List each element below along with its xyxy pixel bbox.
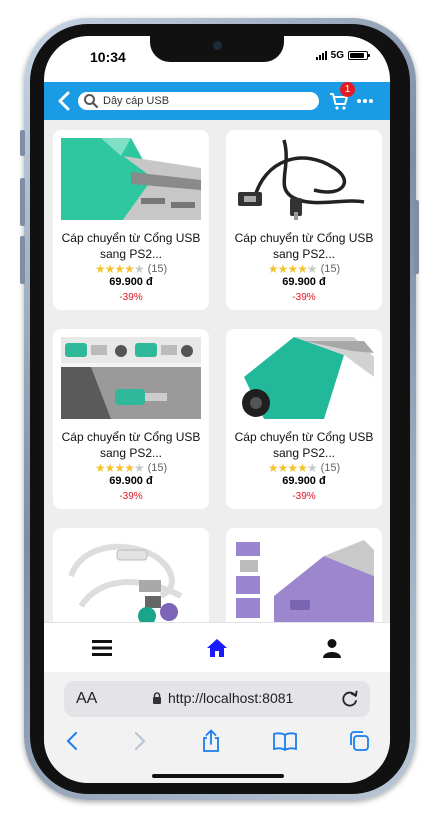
product-discount: -39% xyxy=(119,491,143,502)
rating-stars: ★★★★★ xyxy=(94,461,145,475)
product-price: 69.900 đ xyxy=(282,475,326,487)
mute-switch xyxy=(20,130,25,156)
rating-stars: ★★★★★ xyxy=(267,461,318,475)
product-rating: ★★★★★ (15) xyxy=(53,262,209,276)
front-camera xyxy=(213,41,222,50)
product-rating: ★★★★★ (15) xyxy=(226,461,382,475)
product-card[interactable] xyxy=(53,528,209,622)
product-rating: ★★★★★ (15) xyxy=(53,461,209,475)
nav-home[interactable] xyxy=(197,628,237,668)
tabs-icon xyxy=(350,731,369,751)
menu-icon xyxy=(91,640,112,656)
cart-button[interactable]: 1 xyxy=(329,82,355,111)
product-discount: -39% xyxy=(292,292,316,303)
nav-menu[interactable] xyxy=(82,628,122,668)
chevron-left-icon xyxy=(66,732,77,750)
review-count: (15) xyxy=(320,263,341,275)
share-button[interactable] xyxy=(199,729,223,753)
product-rating: ★★★★★ (15) xyxy=(226,262,382,276)
tabs-button[interactable] xyxy=(347,729,371,753)
cart-badge: 1 xyxy=(340,82,355,97)
browser-back-button[interactable] xyxy=(60,729,84,753)
product-name: Cáp chuyển từ Cổng USB sang PS2... xyxy=(61,231,201,261)
volume-up-button xyxy=(20,178,25,226)
screen: 10:34 5G Dây cáp USB 1 Cáp chuyển từ Cổn… xyxy=(44,36,390,783)
address-bar[interactable]: AA http://localhost:8081 xyxy=(64,681,370,717)
review-count: (15) xyxy=(147,263,168,275)
search-icon xyxy=(84,94,99,109)
more-icon[interactable] xyxy=(357,99,373,103)
bottom-nav xyxy=(44,622,390,673)
rating-stars: ★★★★★ xyxy=(267,262,318,276)
app-header: Dây cáp USB 1 xyxy=(44,82,390,120)
signal-icon xyxy=(315,51,327,60)
rating-stars: ★★★★★ xyxy=(94,262,145,276)
product-card[interactable]: Cáp chuyển từ Cổng USB sang PS2... ★★★★★… xyxy=(53,130,209,310)
book-icon xyxy=(273,732,297,751)
back-icon[interactable] xyxy=(52,89,76,113)
product-grid: Cáp chuyển từ Cổng USB sang PS2... ★★★★★… xyxy=(44,120,390,622)
product-image xyxy=(61,536,201,622)
user-icon xyxy=(323,639,342,658)
product-card[interactable]: Cáp chuyển từ Cổng USB sang PS2... ★★★★★… xyxy=(226,329,382,509)
review-count: (15) xyxy=(320,462,341,474)
browser-toolbar: AA http://localhost:8081 xyxy=(44,672,390,783)
volume-down-button xyxy=(20,236,25,284)
search-query: Dây cáp USB xyxy=(103,95,170,107)
reload-icon[interactable] xyxy=(340,689,360,709)
product-name: Cáp chuyển từ Cổng USB sang PS2... xyxy=(234,430,374,460)
share-icon xyxy=(203,729,219,752)
product-discount: -39% xyxy=(119,292,143,303)
product-price: 69.900 đ xyxy=(282,276,326,288)
product-card[interactable] xyxy=(226,528,382,622)
product-image xyxy=(234,138,374,220)
search-input[interactable]: Dây cáp USB xyxy=(78,92,319,110)
product-image xyxy=(61,337,201,419)
url-text: http://localhost:8081 xyxy=(168,690,294,706)
product-card[interactable]: Cáp chuyển từ Cổng USB sang PS2... ★★★★★… xyxy=(226,130,382,310)
notch xyxy=(150,36,284,62)
home-icon xyxy=(206,639,227,657)
product-discount: -39% xyxy=(292,491,316,502)
status-indicators: 5G xyxy=(315,50,370,61)
text-size-button[interactable]: AA xyxy=(76,690,97,708)
battery-icon xyxy=(348,51,370,60)
product-name: Cáp chuyển từ Cổng USB sang PS2... xyxy=(61,430,201,460)
product-image xyxy=(234,536,374,622)
review-count: (15) xyxy=(147,462,168,474)
product-card[interactable]: Cáp chuyển từ Cổng USB sang PS2... ★★★★★… xyxy=(53,329,209,509)
product-name: Cáp chuyển từ Cổng USB sang PS2... xyxy=(234,231,374,261)
product-price: 69.900 đ xyxy=(109,475,153,487)
chevron-right-icon xyxy=(135,732,146,750)
bookmarks-button[interactable] xyxy=(273,729,297,753)
home-indicator xyxy=(152,774,284,778)
text-size-label: AA xyxy=(76,690,98,707)
network-type: 5G xyxy=(330,50,344,61)
product-image xyxy=(61,138,201,220)
product-image xyxy=(234,337,374,419)
browser-forward-button[interactable] xyxy=(128,729,152,753)
status-time: 10:34 xyxy=(90,49,126,65)
power-button xyxy=(414,200,419,274)
product-price: 69.900 đ xyxy=(109,276,153,288)
nav-profile[interactable] xyxy=(312,628,352,668)
lock-icon xyxy=(153,692,161,704)
